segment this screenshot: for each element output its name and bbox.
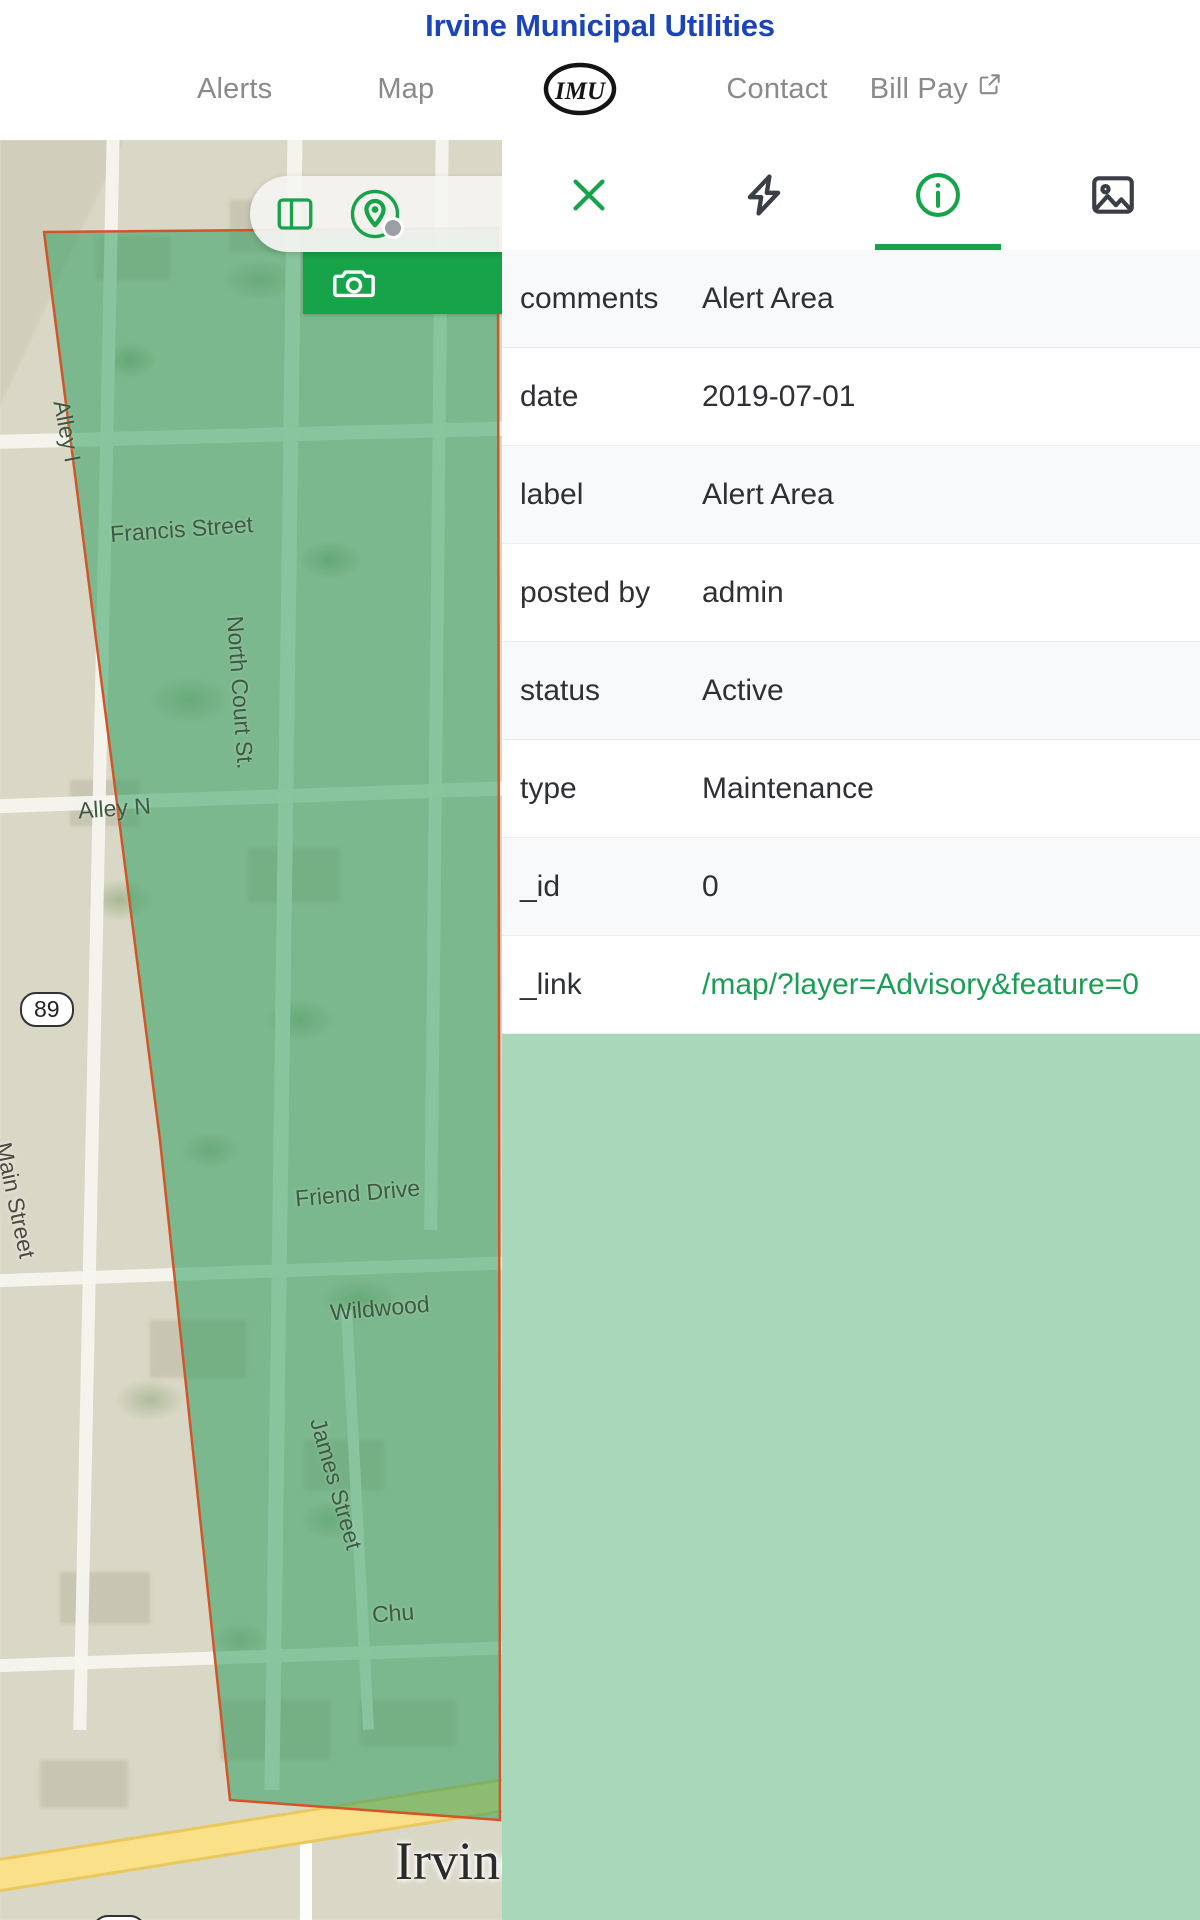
svg-text:IMU: IMU xyxy=(554,78,607,105)
nav-label-alerts: Alerts xyxy=(196,72,273,105)
map-parcel xyxy=(60,1572,150,1624)
feature-attribute-table: comments Alert Area date 2019-07-01 labe… xyxy=(502,250,1200,1034)
attr-key: type xyxy=(520,771,577,805)
attr-value: Alert Area xyxy=(702,477,834,511)
nav-label-map: Map xyxy=(377,72,435,105)
attr-key: comments xyxy=(520,281,659,315)
table-row: type Maintenance xyxy=(502,740,1200,838)
attr-key: label xyxy=(520,477,584,511)
external-link-icon xyxy=(977,71,1003,97)
map-parcel xyxy=(150,1320,246,1378)
attr-key: status xyxy=(520,673,601,707)
tab-info[interactable] xyxy=(851,140,1026,250)
table-row: posted by admin xyxy=(502,544,1200,642)
attr-key: _id xyxy=(520,869,561,903)
nav-link-bill-pay[interactable]: Bill Pay xyxy=(870,73,1003,106)
attr-key: date xyxy=(520,379,579,413)
panel-tab-bar xyxy=(502,140,1200,250)
nav-label-bill-pay: Bill Pay xyxy=(869,72,968,105)
nav-link-map[interactable]: Map xyxy=(377,73,434,106)
table-row: _link /map/?layer=Advisory&feature=0 xyxy=(502,936,1200,1034)
street-label: Chu xyxy=(371,1598,416,1628)
map-road xyxy=(300,1840,312,1920)
tab-outage[interactable] xyxy=(677,140,852,250)
attr-value: admin xyxy=(702,575,784,609)
attr-key: posted by xyxy=(520,575,651,609)
imu-logo-icon[interactable]: IMU xyxy=(542,60,618,118)
map-parcel xyxy=(360,1700,456,1746)
attr-value-link[interactable]: /map/?layer=Advisory&feature=0 xyxy=(702,968,1139,1002)
location-status-dot xyxy=(382,217,404,239)
map-parcel xyxy=(40,1760,128,1808)
highway-shield: 89 xyxy=(20,992,74,1027)
attr-value: Alert Area xyxy=(702,281,834,315)
page-title: Irvine Municipal Utilities xyxy=(425,8,775,43)
tab-photos[interactable] xyxy=(1026,140,1200,250)
site-header: Irvine Municipal Utilities Alerts Map IM… xyxy=(0,0,1200,140)
tab-close[interactable] xyxy=(502,140,677,250)
table-row: status Active xyxy=(502,642,1200,740)
table-row: _id 0 xyxy=(502,838,1200,936)
nav-link-alerts[interactable]: Alerts xyxy=(197,73,272,106)
locate-me-button[interactable] xyxy=(348,187,404,241)
map-parcel xyxy=(248,848,340,902)
table-row: label Alert Area xyxy=(502,446,1200,544)
panel-empty-area xyxy=(502,1034,1200,1920)
attr-value: Maintenance xyxy=(702,771,874,805)
nav-label-contact: Contact xyxy=(726,72,828,105)
street-label: Alley N xyxy=(77,792,152,824)
sidebar-toggle-button[interactable] xyxy=(268,187,322,241)
nav-link-contact[interactable]: Contact xyxy=(726,73,827,106)
attr-value: 0 xyxy=(702,869,719,903)
attr-value: Active xyxy=(702,673,784,707)
main-navigation: Alerts Map IMU Contact Bill Pay xyxy=(0,60,1200,118)
attr-key: _link xyxy=(520,967,582,1001)
table-row: comments Alert Area xyxy=(502,250,1200,348)
attr-value: 2019-07-01 xyxy=(702,379,856,413)
feature-info-panel: comments Alert Area date 2019-07-01 labe… xyxy=(502,140,1200,1920)
table-row: date 2019-07-01 xyxy=(502,348,1200,446)
